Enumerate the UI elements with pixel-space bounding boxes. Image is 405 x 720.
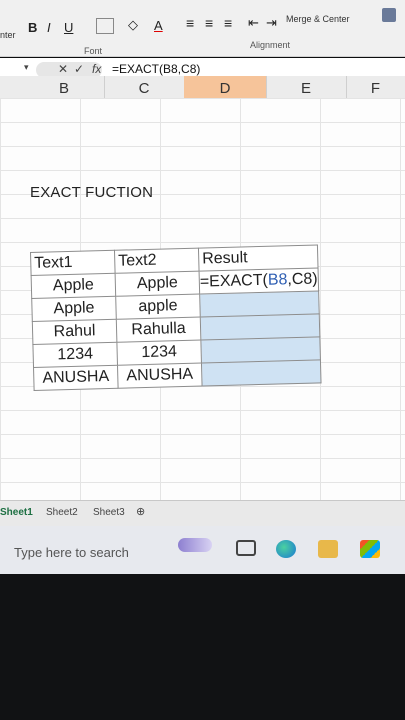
fill-color-icon[interactable]: ◇ [128,17,138,33]
font-color-button[interactable]: A [154,18,163,33]
enter-icon[interactable]: ✓ [74,62,84,76]
cloud-icon [178,538,212,552]
column-header-d[interactable]: D [184,76,267,98]
formula-prefix: =EXACT( [199,271,269,291]
header-text1[interactable]: Text1 [30,250,116,276]
monitor-bezel [0,574,405,720]
cell-text2[interactable]: 1234 [116,340,202,366]
cell-text1[interactable]: ANUSHA [33,365,119,391]
alignment-group-label: Alignment [250,40,291,50]
sheet-tabs: Sheet1 Sheet2 Sheet3 ⊕ [0,500,405,527]
ribbon-cut-label: nter [0,30,16,40]
result-cell[interactable] [200,336,321,364]
result-cell[interactable] [199,290,320,318]
align-center-icon[interactable]: ≡ [205,15,213,31]
font-group-label: Font [84,46,103,56]
taskbar: Type here to search [0,526,405,574]
cell-text2[interactable]: Apple [115,271,200,297]
cell-text1[interactable]: Apple [31,296,117,322]
underline-button[interactable]: U [64,20,73,35]
cell-text2[interactable]: apple [115,294,201,320]
add-sheet-icon[interactable]: ⊕ [136,505,145,518]
tab-sheet1[interactable]: Sheet1 [0,507,33,518]
result-cell[interactable] [201,359,321,387]
column-header-b[interactable]: B [24,76,105,98]
align-left-icon[interactable]: ≡ [186,15,194,31]
column-headers: B C D E F [0,76,405,99]
formula-suffix: ) [312,270,318,288]
header-text2[interactable]: Text2 [114,248,200,274]
cell-text1[interactable]: Apple [31,273,116,299]
cell-text2[interactable]: Rahulla [116,317,201,343]
store-icon[interactable] [360,540,380,558]
formula-cell[interactable]: =EXACT(B8,C8) [199,267,319,295]
cell-text1[interactable]: 1234 [32,342,118,368]
formula-ref-c8: C8 [291,270,313,289]
task-view-icon[interactable] [236,540,256,556]
formula-ref-b8: B8 [267,271,288,289]
decrease-indent-icon[interactable]: ⇤ [248,15,259,31]
column-header-e[interactable]: E [266,76,347,98]
bold-button[interactable]: B [28,20,37,35]
header-result[interactable]: Result [198,244,318,272]
cell-text1[interactable]: Rahul [32,319,117,345]
formula-input[interactable]: =EXACT(B8,C8) [112,62,200,76]
ribbon: nter B I U ◇ A Font ≡ ≡ ≡ ⇤ ⇥ Merge & Ce… [0,0,405,57]
increase-indent-icon[interactable]: ⇥ [266,15,277,31]
data-table: Text1 Text2 Result Apple Apple =EXACT(B8… [30,244,321,391]
sheet-title-cell[interactable]: EXACT FUCTION [30,184,153,201]
merge-center-button[interactable]: Merge & Center [286,14,350,24]
fx-icon[interactable]: fx [92,62,101,76]
cell-text2[interactable]: ANUSHA [117,363,203,389]
cancel-icon[interactable]: ✕ [58,62,68,76]
column-header-f[interactable]: F [346,76,405,98]
edge-icon[interactable] [276,540,296,558]
format-icon[interactable] [382,8,396,22]
tab-sheet2[interactable]: Sheet2 [46,507,78,518]
italic-button[interactable]: I [47,20,51,35]
taskbar-search-input[interactable]: Type here to search [14,545,129,560]
result-cell[interactable] [200,313,320,341]
align-right-icon[interactable]: ≡ [224,15,232,31]
column-header-c[interactable]: C [104,76,185,98]
chevron-down-icon[interactable]: ▾ [24,62,29,73]
file-explorer-icon[interactable] [318,540,338,558]
borders-icon[interactable] [96,18,114,34]
tab-sheet3[interactable]: Sheet3 [93,507,125,518]
